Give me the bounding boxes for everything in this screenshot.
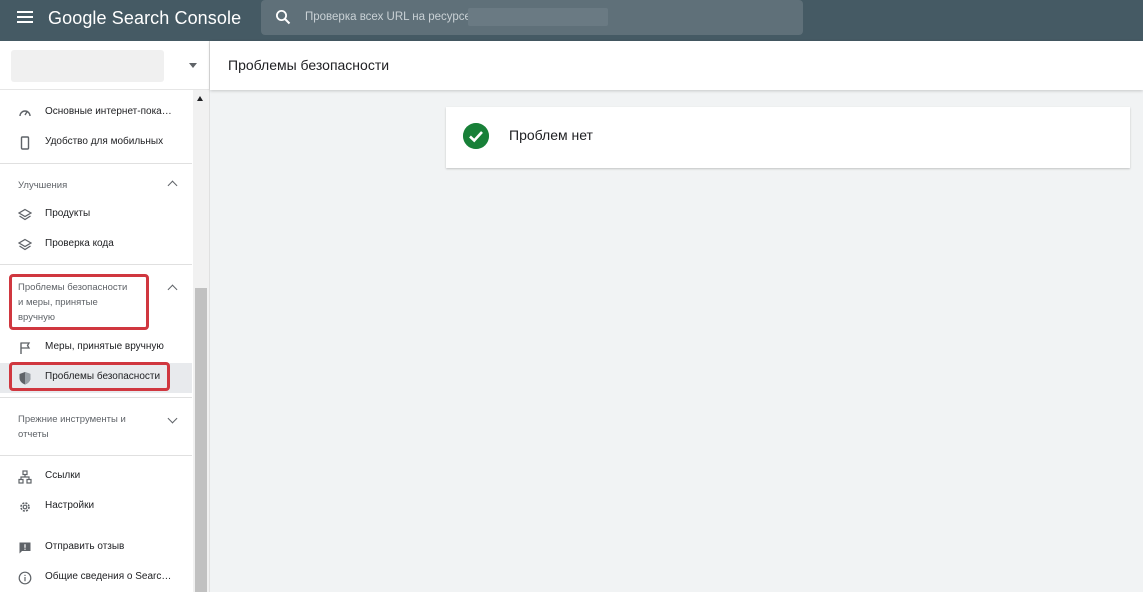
layers-icon — [18, 238, 32, 251]
smartphone-icon — [20, 136, 30, 150]
section-security-manual-actions[interactable]: Проблемы безопасности и меры, принятые в… — [0, 277, 192, 325]
layers-icon — [18, 208, 32, 221]
sidebar-item-label: Проблемы безопасности — [45, 371, 161, 382]
sidebar-item-label: Отправить отзыв — [45, 541, 125, 552]
sidebar-item-label: Удобство для мобильных — [45, 136, 164, 147]
sidebar-item-label: Ссылки — [45, 470, 81, 481]
blurred-property-url — [468, 8, 608, 26]
sidebar: Основные интернет-пока… Удобство для моб… — [0, 41, 210, 592]
gear-icon — [20, 502, 30, 512]
divider — [0, 264, 192, 265]
sidebar-item-security-issues[interactable]: Проблемы безопасности — [0, 363, 192, 393]
sidebar-item-links[interactable]: Ссылки — [0, 462, 192, 492]
chevron-up-icon — [167, 284, 178, 295]
section-title-line: отчеты — [18, 429, 49, 440]
search-placeholder: Проверка всех URL на ресурсе — [305, 11, 471, 23]
feedback-icon — [19, 542, 31, 554]
page-title: Проблемы безопасности — [228, 57, 390, 73]
info-icon — [18, 571, 32, 585]
shield-icon — [19, 372, 31, 385]
divider — [0, 163, 192, 164]
search-input[interactable]: Проверка всех URL на ресурсе — [261, 0, 803, 35]
links-icon — [18, 470, 32, 484]
sidebar-item-label: Продукты — [45, 208, 91, 219]
sidebar-item-manual-actions[interactable]: Меры, принятые вручную — [0, 333, 192, 363]
scroll-up-arrow-icon[interactable] — [197, 96, 203, 101]
status-text: Проблем нет — [509, 127, 593, 143]
sidebar-item-label: Меры, принятые вручную — [45, 341, 164, 352]
sidebar-item-feedback[interactable]: Отправить отзыв — [0, 533, 192, 563]
menu-icon[interactable] — [17, 11, 33, 25]
page-header: Проблемы безопасности — [210, 41, 1143, 90]
chevron-up-icon — [167, 180, 178, 191]
top-app-bar: Google Search Console Проверка всех URL … — [0, 0, 1143, 41]
blurred-property-name — [11, 50, 164, 82]
sidebar-scrollbar[interactable] — [193, 90, 209, 592]
gauge-icon — [19, 110, 31, 117]
section-title: Улучшения — [18, 180, 68, 191]
scrollbar-thumb[interactable] — [195, 288, 207, 592]
sidebar-item-code-check[interactable]: Проверка кода — [0, 230, 192, 260]
sidebar-item-label: Проверка кода — [45, 238, 114, 249]
section-title-line: вручную — [18, 312, 56, 323]
check-circle-icon — [463, 123, 489, 149]
section-title-line: и меры, принятые — [18, 297, 98, 308]
sidebar-item-label: Основные интернет-пока… — [45, 106, 172, 117]
status-card: Проблем нет — [446, 107, 1130, 168]
divider — [0, 397, 192, 398]
search-icon — [276, 10, 291, 25]
flag-icon — [20, 342, 31, 354]
chevron-down-icon — [167, 413, 178, 424]
section-title-line: Проблемы безопасности — [18, 282, 128, 293]
sidebar-item-settings[interactable]: Настройки — [0, 492, 192, 522]
sidebar-item-core-web-vitals[interactable]: Основные интернет-пока… — [0, 98, 192, 128]
sidebar-item-label: Общие сведения о Search… — [45, 571, 173, 582]
sidebar-item-products[interactable]: Продукты — [0, 200, 192, 230]
app-logo[interactable]: Google Search Console — [48, 8, 241, 29]
section-title-line: Прежние инструменты и — [18, 414, 126, 425]
property-selector[interactable] — [0, 41, 209, 90]
section-enhancements[interactable]: Улучшения — [0, 174, 192, 194]
section-legacy-tools[interactable]: Прежние инструменты и отчеты — [0, 410, 192, 444]
caret-down-icon[interactable] — [189, 63, 197, 68]
sidebar-item-mobile-usability[interactable]: Удобство для мобильных — [0, 128, 192, 158]
sidebar-item-about[interactable]: Общие сведения о Search… — [0, 563, 192, 592]
sidebar-item-label: Настройки — [45, 500, 95, 511]
divider — [0, 455, 192, 456]
